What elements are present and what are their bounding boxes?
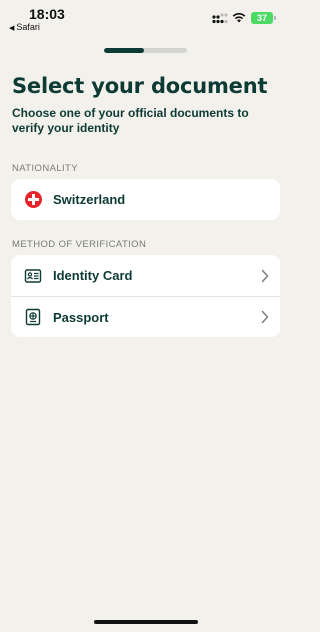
nationality-card: Switzerland (11, 179, 280, 220)
passport-icon (25, 308, 41, 326)
home-indicator[interactable] (94, 620, 198, 624)
option-identity-card-label: Identity Card (53, 268, 133, 283)
switzerland-flag-icon (25, 191, 42, 208)
option-identity-card[interactable]: Identity Card (11, 255, 280, 296)
nationality-value: Switzerland (53, 192, 126, 207)
page-title: Select your document (12, 74, 268, 98)
back-app-label: Safari (16, 22, 40, 32)
id-card-icon (24, 268, 42, 283)
status-time: 18:03 (29, 6, 65, 22)
progress-fill (104, 48, 144, 53)
verification-card: Identity Card Passport (11, 255, 280, 337)
nationality-section-label: NATIONALITY (12, 163, 78, 174)
chevron-right-icon (261, 269, 269, 282)
battery-indicator: 37 (251, 12, 276, 24)
screen: 18:03 ◀ Safari 37 Select your document Ch… (0, 0, 292, 632)
progress-bar (104, 48, 187, 53)
status-bar: 18:03 ◀ Safari 37 (0, 0, 292, 40)
option-passport-label: Passport (53, 309, 109, 325)
wifi-icon (232, 13, 246, 23)
page-subtitle: Choose one of your official documents to… (12, 106, 249, 135)
option-passport[interactable]: Passport (11, 296, 280, 337)
chevron-right-icon (261, 310, 269, 324)
back-to-safari-link[interactable]: ◀ Safari (9, 22, 40, 32)
verification-section-label: METHOD OF VERIFICATION (12, 239, 147, 250)
back-arrow-icon: ◀ (9, 25, 15, 32)
cellular-signal-icon (212, 13, 228, 24)
nationality-row[interactable]: Switzerland (11, 179, 280, 220)
